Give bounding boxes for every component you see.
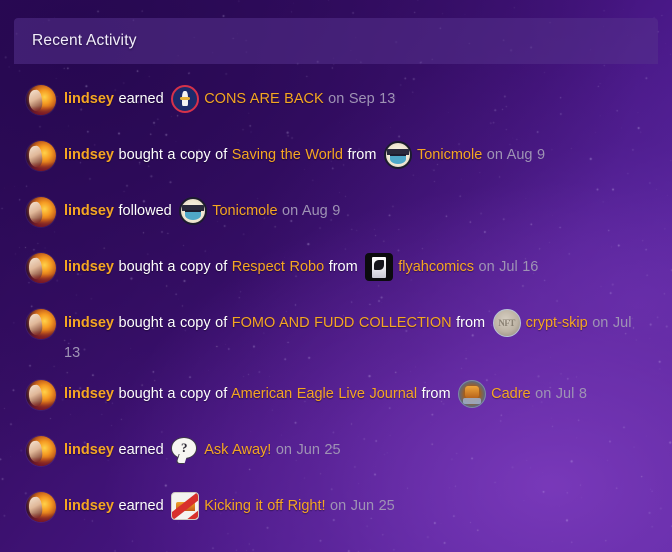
badge-kicking-it-off-right[interactable]: [171, 492, 200, 521]
avatar-lindsey[interactable]: [26, 436, 56, 466]
item-link[interactable]: Saving the World: [232, 147, 343, 163]
activity-row: lindsey bought a copy of Respect Robo fr…: [26, 246, 650, 302]
user-link[interactable]: lindsey: [64, 442, 114, 458]
recent-activity-header: Recent Activity: [14, 18, 658, 64]
user-link[interactable]: lindsey: [64, 498, 114, 514]
activity-verb: bought a copy of: [118, 315, 228, 331]
activity-text: lindsey bought a copy of Saving the Worl…: [64, 140, 650, 170]
activity-row: lindsey bought a copy of Saving the Worl…: [26, 134, 650, 190]
activity-text: lindsey earned ? Ask Away! on Jun 25: [64, 435, 650, 465]
activity-feed: lindsey earned CONS ARE BACK on Sep 13 li…: [14, 78, 662, 541]
activity-date: on Jun 25: [275, 442, 341, 458]
recent-activity-page: Recent Activity lindsey earned CONS ARE …: [0, 0, 672, 552]
activity-date: on Jun 25: [330, 498, 395, 514]
seller-link[interactable]: crypt-skip: [526, 315, 588, 331]
avatar-lindsey[interactable]: [26, 85, 56, 115]
badge-ask-away[interactable]: ?: [171, 436, 199, 464]
activity-text: lindsey followed Tonicmole on Aug 9: [64, 196, 650, 226]
activity-row: lindsey followed Tonicmole on Aug 9: [26, 190, 650, 246]
activity-date: on Sep 13: [328, 91, 396, 107]
avatar-flyahcomics[interactable]: [365, 253, 394, 282]
from-label: from: [328, 259, 358, 275]
activity-date: on Aug 9: [486, 147, 546, 163]
activity-text: lindsey bought a copy of Respect Robo fr…: [64, 252, 650, 282]
activity-row: lindsey earned ? Ask Away! on Jun 25: [26, 429, 650, 485]
page-title: Recent Activity: [32, 32, 137, 49]
seller-link[interactable]: Tonicmole: [212, 203, 277, 219]
from-label: from: [456, 315, 486, 331]
activity-date: on Aug 9: [282, 203, 341, 219]
activity-text: lindsey bought a copy of American Eagle …: [64, 379, 650, 409]
activity-verb: bought a copy of: [118, 386, 228, 402]
activity-verb: earned: [118, 442, 164, 458]
activity-text: lindsey earned CONS ARE BACK on Sep 13: [64, 84, 650, 114]
avatar-lindsey[interactable]: [26, 492, 56, 522]
activity-verb: earned: [118, 91, 164, 107]
activity-row: lindsey earned CONS ARE BACK on Sep 13: [26, 78, 650, 134]
activity-verb: followed: [118, 203, 172, 219]
avatar-crypt-skip[interactable]: [492, 309, 521, 338]
seller-link[interactable]: Cadre: [491, 386, 531, 402]
avatar-lindsey[interactable]: [26, 141, 56, 171]
activity-text: lindsey earned Kicking it off Right! on …: [64, 491, 650, 521]
item-link[interactable]: Respect Robo: [232, 259, 324, 275]
avatar-lindsey[interactable]: [26, 197, 56, 227]
activity-row: lindsey bought a copy of FOMO AND FUDD C…: [26, 302, 650, 373]
activity-text: lindsey bought a copy of FOMO AND FUDD C…: [64, 308, 650, 368]
activity-verb: bought a copy of: [118, 259, 228, 275]
avatar-tonicmole[interactable]: [383, 141, 412, 170]
item-link[interactable]: CONS ARE BACK: [204, 91, 323, 107]
avatar-lindsey[interactable]: [26, 380, 56, 410]
avatar-cadre[interactable]: [458, 380, 487, 409]
user-link[interactable]: lindsey: [64, 259, 114, 275]
item-link[interactable]: Ask Away!: [204, 442, 271, 458]
avatar-lindsey[interactable]: [26, 253, 56, 283]
activity-row: lindsey earned Kicking it off Right! on …: [26, 485, 650, 541]
item-link[interactable]: American Eagle Live Journal: [231, 386, 417, 402]
question-mark-glyph: ?: [180, 440, 188, 456]
avatar-tonicmole[interactable]: [179, 197, 208, 226]
item-link[interactable]: FOMO AND FUDD COLLECTION: [232, 315, 452, 331]
from-label: from: [421, 386, 451, 402]
activity-verb: earned: [118, 498, 164, 514]
user-link[interactable]: lindsey: [64, 91, 114, 107]
activity-verb: bought a copy of: [118, 147, 228, 163]
avatar-lindsey[interactable]: [26, 309, 56, 339]
user-link[interactable]: lindsey: [64, 386, 114, 402]
seller-link[interactable]: Tonicmole: [417, 147, 482, 163]
activity-date: on Jul 8: [535, 386, 587, 402]
activity-date: on Jul 16: [478, 259, 539, 275]
activity-row: lindsey bought a copy of American Eagle …: [26, 373, 650, 429]
user-link[interactable]: lindsey: [64, 315, 114, 331]
user-link[interactable]: lindsey: [64, 147, 114, 163]
badge-cons-are-back[interactable]: [171, 85, 200, 114]
from-label: from: [347, 147, 377, 163]
seller-link[interactable]: flyahcomics: [398, 259, 474, 275]
user-link[interactable]: lindsey: [64, 203, 114, 219]
item-link[interactable]: Kicking it off Right!: [204, 498, 325, 514]
